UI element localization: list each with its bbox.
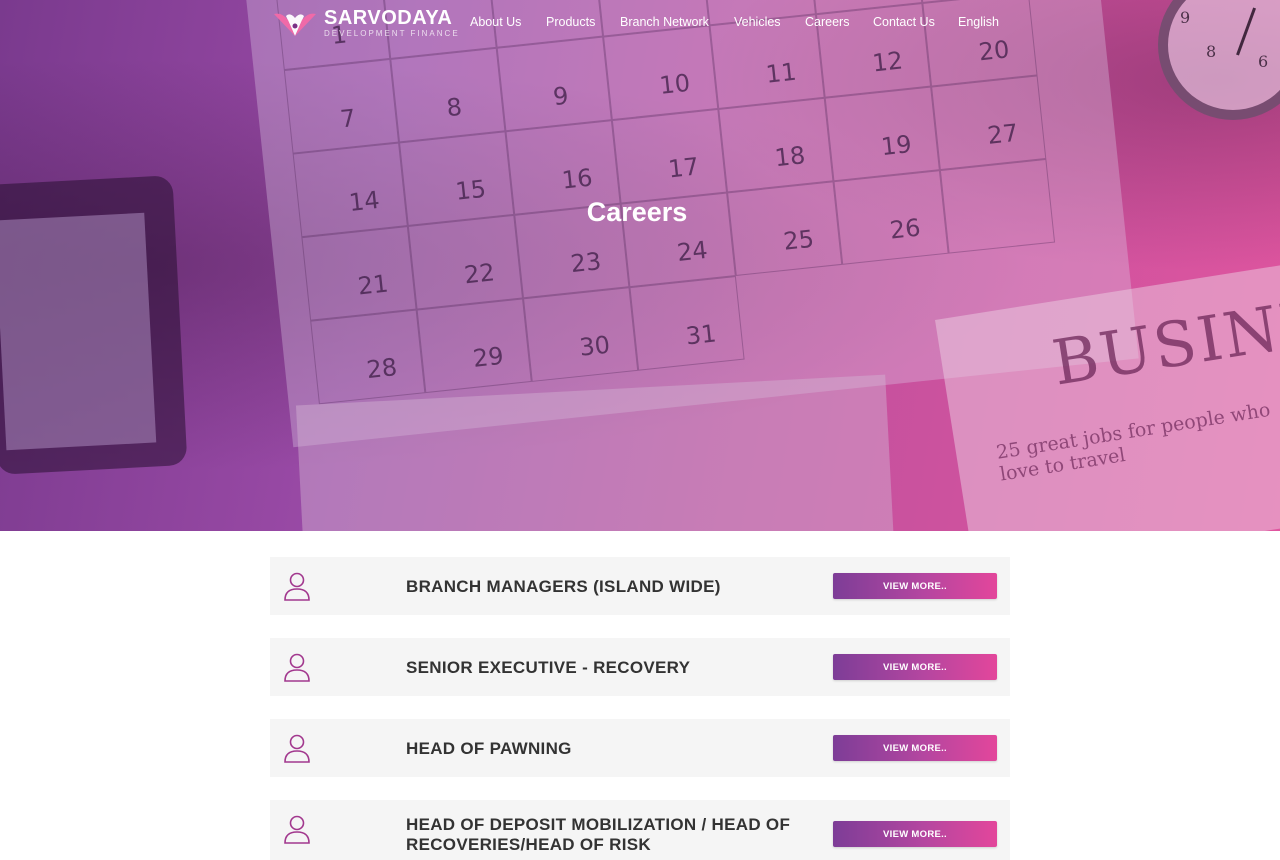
brand-name: SARVODAYA <box>324 7 453 29</box>
calendar-day-number: 7 <box>338 103 357 134</box>
calendar-day-number: 11 <box>764 57 798 89</box>
top-navigation: SARVODAYA DEVELOPMENT FINANCE About Us P… <box>0 0 1280 46</box>
person-icon <box>284 815 310 844</box>
calendar-cell: 17 <box>611 108 728 204</box>
calendar-day-number: 10 <box>658 68 692 100</box>
phone-screen <box>0 212 157 451</box>
calendar-day-number: 22 <box>462 258 497 290</box>
language-selector[interactable]: English <box>958 15 999 29</box>
job-title: HEAD OF PAWNING <box>406 739 572 758</box>
calendar-day-number: 21 <box>356 269 390 301</box>
calendar-day-number: 17 <box>666 152 701 184</box>
calendar-cell: 30 <box>523 287 639 382</box>
calendar-day-number: 24 <box>675 235 709 267</box>
calendar-day-number: 28 <box>365 353 399 385</box>
hero-banner: 1 7 8 9 10 11 12 20 14 15 16 17 18 19 27 21 22 23 24 25 26 28… <box>0 0 1280 531</box>
calendar-cell: 18 <box>718 97 834 193</box>
calendar-day-number: 12 <box>870 46 905 78</box>
job-listing: HEAD OF DEPOSIT MOBILIZATION / HEAD OF R… <box>270 800 1010 860</box>
newspaper-subtext: 25 great jobs for people who love to tra… <box>994 398 1272 486</box>
calendar-cell: 27 <box>931 75 1047 171</box>
calendar-day-number: 30 <box>578 330 612 362</box>
calendar-day-number: 27 <box>986 118 1020 150</box>
view-more-button[interactable]: VIEW MORE.. <box>833 821 997 847</box>
nav-vehicles[interactable]: Vehicles <box>734 15 781 29</box>
calendar-cell: 31 <box>629 276 745 371</box>
calendar-day-number: 19 <box>879 129 914 162</box>
calendar-day-number: 18 <box>773 141 807 173</box>
nav-branch-network[interactable]: Branch Network <box>620 15 709 29</box>
nav-about-us[interactable]: About Us <box>470 15 521 29</box>
nav-products[interactable]: Products <box>546 15 595 29</box>
calendar-cell: 9 <box>496 36 612 132</box>
view-more-button[interactable]: VIEW MORE.. <box>833 735 997 761</box>
calendar-day-number: 29 <box>471 341 505 373</box>
lotus-logo-icon <box>274 13 316 36</box>
calendar-day-number: 23 <box>569 247 603 279</box>
view-more-button[interactable]: VIEW MORE.. <box>833 573 997 599</box>
brand-tagline: DEVELOPMENT FINANCE <box>324 29 460 38</box>
calendar-day-number: 9 <box>551 81 570 112</box>
view-more-button[interactable]: VIEW MORE.. <box>833 654 997 680</box>
person-icon <box>284 734 310 763</box>
calendar-cell: 25 <box>727 181 843 277</box>
job-title: HEAD OF DEPOSIT MOBILIZATION / HEAD OF R… <box>406 815 791 854</box>
calendar-day-number: 25 <box>782 224 816 256</box>
calendar-cell: 19 <box>824 86 940 182</box>
person-icon <box>284 653 310 682</box>
calendar-cell: 8 <box>390 47 506 143</box>
calendar-day-number: 31 <box>684 319 718 351</box>
job-listing: BRANCH MANAGERS (ISLAND WIDE) VIEW MORE.… <box>270 557 1010 615</box>
newspaper-headline: BUSINE <box>1047 284 1280 400</box>
calendar-day-number: 16 <box>560 163 594 195</box>
job-title: SENIOR EXECUTIVE - RECOVERY <box>406 658 691 677</box>
person-icon <box>284 572 310 601</box>
job-listing: SENIOR EXECUTIVE - RECOVERY VIEW MORE.. <box>270 638 1010 696</box>
calendar-cell: 21 <box>301 226 417 321</box>
nav-contact-us[interactable]: Contact Us <box>873 15 935 29</box>
calendar-cell: 28 <box>310 309 426 405</box>
calendar-day-number: 8 <box>445 92 464 123</box>
calendar-cell: 22 <box>407 214 524 310</box>
calendar-cell: 7 <box>283 58 400 154</box>
job-listing: HEAD OF PAWNING VIEW MORE.. <box>270 719 1010 777</box>
page-title: Careers <box>586 197 688 227</box>
calendar-cell: 29 <box>416 298 532 394</box>
nav-careers[interactable]: Careers <box>805 15 849 29</box>
brand-logo[interactable]: SARVODAYA DEVELOPMENT FINANCE <box>272 6 458 40</box>
job-title: BRANCH MANAGERS (ISLAND WIDE) <box>406 577 721 596</box>
